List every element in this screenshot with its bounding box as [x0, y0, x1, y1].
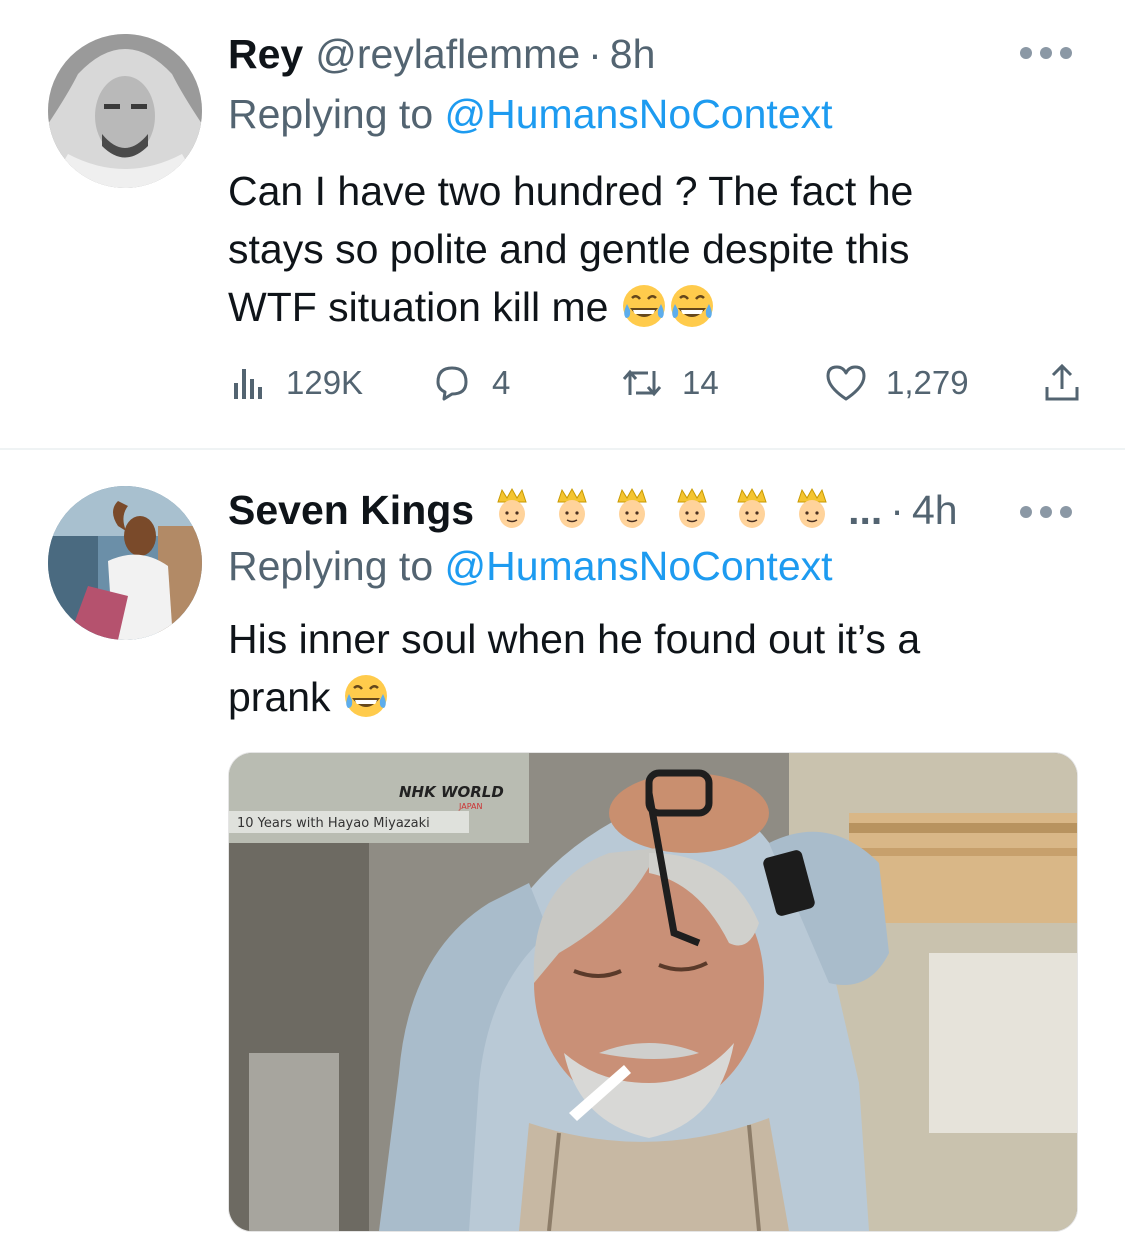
retweet-icon: [622, 369, 662, 397]
tweet-text: His inner soul when he found out it’s a …: [228, 610, 1088, 726]
tweet-reply-seven-kings[interactable]: Seven Kings ... · 4h Replying to @Humans…: [0, 450, 1125, 1244]
replying-to: Replying to @HumansNoContext: [228, 90, 833, 138]
tweet-text-line-content: prank: [228, 674, 331, 720]
tweet-text-line-last: WTF situation kill me: [228, 278, 1088, 336]
replying-prefix: Replying to: [228, 91, 445, 137]
more-options-icon[interactable]: [1020, 46, 1072, 60]
tweet-text-line: stays so polite and gentle despite this: [228, 226, 910, 272]
views-count: 129K: [286, 364, 364, 401]
tweet-text-line: His inner soul when he found out it’s a: [228, 616, 921, 662]
retweet-button[interactable]: 14: [620, 358, 719, 408]
reply-button[interactable]: 4: [430, 358, 510, 408]
separator-dot: ·: [890, 487, 904, 533]
name-emoji-group: [482, 480, 842, 528]
heart-icon: [826, 365, 866, 401]
more-options-icon[interactable]: [1020, 505, 1072, 519]
tweet-text-line: Can I have two hundred ? The fact he: [228, 168, 914, 214]
tweet-reply-rey[interactable]: Rey @reylaflemme · 8h Replying to @Human…: [0, 0, 1125, 448]
media-overlay-logo: NHK WORLD: [399, 783, 504, 801]
separator-dot: ·: [588, 31, 602, 77]
media-overlay-sub: JAPAN: [458, 802, 482, 811]
person-with-crown-icon: [557, 487, 587, 528]
person-with-crown-icon: [797, 487, 827, 528]
timestamp[interactable]: 8h: [610, 30, 656, 78]
retweet-count: 14: [682, 364, 719, 401]
share-icon: [1045, 363, 1079, 401]
analytics-icon: [234, 369, 262, 399]
face-with-tears-of-joy-icon: [344, 675, 387, 718]
person-with-crown-icon: [737, 487, 767, 528]
reply-count: 4: [492, 364, 511, 401]
media-photo: NHK WORLD JAPAN 10 Years with Hayao Miya…: [229, 753, 1077, 1231]
tweet-media-image[interactable]: NHK WORLD JAPAN 10 Years with Hayao Miya…: [228, 752, 1078, 1232]
face-with-tears-of-joy-icon: [670, 285, 713, 328]
replying-prefix: Replying to: [228, 543, 445, 589]
mention-link[interactable]: @HumansNoContext: [445, 543, 833, 589]
avatar[interactable]: [48, 34, 202, 188]
mention-link[interactable]: @HumansNoContext: [445, 91, 833, 137]
avatar[interactable]: [48, 486, 202, 640]
tweet-header: Seven Kings ... · 4h: [228, 480, 958, 533]
replying-to: Replying to @HumansNoContext: [228, 542, 833, 590]
name-truncation: ...: [848, 487, 883, 533]
like-button[interactable]: 1,279: [824, 358, 969, 408]
person-with-crown-icon: [497, 487, 527, 528]
like-count: 1,279: [886, 364, 969, 401]
user-handle[interactable]: @reylaflemme: [315, 30, 580, 78]
tweet-text-line-last: prank: [228, 668, 1088, 726]
tweet-text: Can I have two hundred ? The fact he sta…: [228, 162, 1088, 336]
timestamp[interactable]: 4h: [912, 486, 958, 534]
share-button[interactable]: [1040, 358, 1084, 408]
display-name[interactable]: Rey: [228, 30, 303, 78]
tweet-header: Rey @reylaflemme · 8h: [228, 30, 655, 78]
media-overlay-caption: 10 Years with Hayao Miyazaki: [237, 816, 430, 831]
face-with-tears-of-joy-icon: [622, 285, 665, 328]
person-with-crown-icon: [617, 487, 647, 528]
person-with-crown-icon: [677, 487, 707, 528]
tweet-text-line-content: WTF situation kill me: [228, 284, 609, 330]
tweet-actions: 129K 4 14 1,279: [228, 358, 1088, 408]
views-button[interactable]: 129K: [228, 358, 363, 408]
reply-icon: [436, 366, 468, 401]
display-name[interactable]: Seven Kings: [228, 486, 474, 534]
